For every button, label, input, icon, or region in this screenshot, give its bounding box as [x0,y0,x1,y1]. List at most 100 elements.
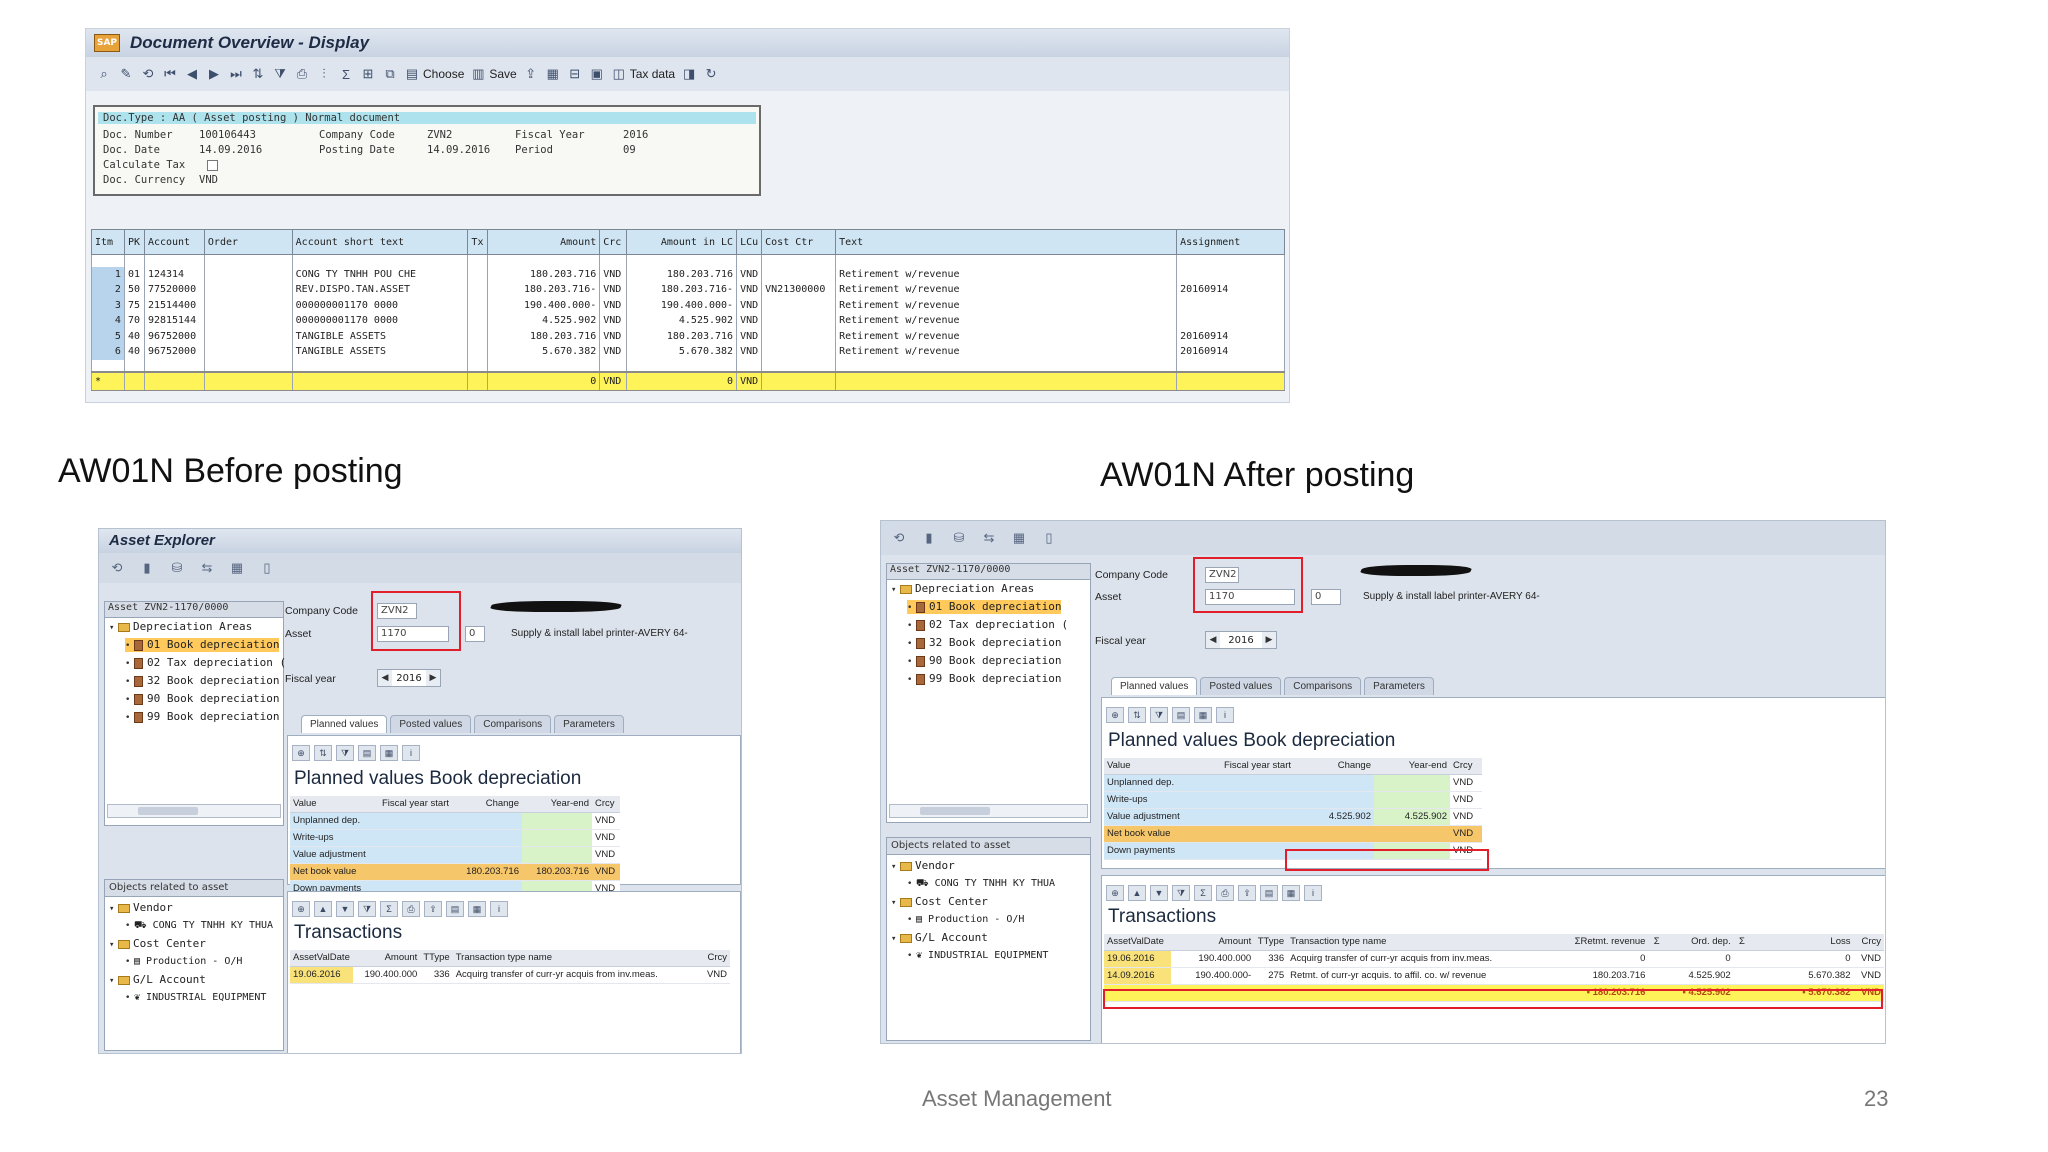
table-icon[interactable]: ▦ [1011,530,1027,546]
last-page-icon[interactable]: ⏭ [228,66,244,82]
tab-comparisons[interactable]: Comparisons [474,715,552,733]
layout-icon[interactable]: ▤ [358,745,376,761]
copy-icon[interactable]: ⧉ [382,66,398,82]
print-icon[interactable]: ⎙ [402,901,420,917]
info-icon[interactable]: ▯ [1041,530,1057,546]
next-year-icon[interactable]: ▶ [1262,632,1276,648]
grid-row[interactable]: Net book value VND [1104,825,1482,843]
tree-node-book-depreciation-01[interactable]: • 01 Book depreciation [907,600,1062,614]
info-icon[interactable]: i [490,901,508,917]
tab-planned-values[interactable]: Planned values [1111,677,1198,695]
transaction-row[interactable]: 14.09.2016 190.400.000- 275 Retmt. of curr-… [1104,967,1884,985]
tree-node-cost-center-name[interactable]: • ▤ Production - O/H [125,955,242,969]
previous-icon[interactable]: ◀ [184,66,200,82]
display-icon[interactable]: ⌕ [96,66,112,82]
tree-node-book-depreciation-99[interactable]: • 99 Book depreciation [907,672,1061,686]
layout-icon[interactable]: ▤ [1172,707,1190,723]
tree-node-book-depreciation-32[interactable]: • 32 Book depreciation [125,674,279,688]
tree-horizontal-scrollbar[interactable] [889,804,1088,818]
sort-descending-icon[interactable]: ▼ [1150,885,1168,901]
tree-node-vendor-name[interactable]: • ⛟ CONG TY TNHH KY THUA [125,919,273,933]
grid-row[interactable]: Value adjustment 4.525.902 4.525.902 VND [1104,808,1482,826]
details-icon[interactable]: ⊕ [292,901,310,917]
document-icon[interactable]: ▦ [1282,885,1300,901]
tree-node-vendor-name[interactable]: • ⛟ CONG TY TNHH KY THUA [907,877,1055,891]
table-icon[interactable]: ▦ [229,560,245,576]
info-icon[interactable]: i [402,745,420,761]
value-display-icon[interactable]: ⛁ [951,530,967,546]
details-icon[interactable]: ⊕ [292,745,310,761]
excel-icon[interactable]: ▦ [380,745,398,761]
tree-node-cost-center-name[interactable]: • ▤ Production - O/H [907,913,1024,927]
export-icon[interactable]: ⇪ [1238,885,1256,901]
grid-row[interactable]: Unplanned dep. VND [290,812,620,830]
filter-icon[interactable]: ⧩ [272,66,288,82]
tree-node-gl-account-name[interactable]: • ❦ INDUSTRIAL EQUIPMENT [907,949,1048,963]
asset-master-icon[interactable]: ▮ [139,560,155,576]
change-icon[interactable]: ⟲ [140,66,156,82]
calculator-icon[interactable]: ▣ [589,66,605,82]
sum-icon[interactable]: Σ [338,66,354,82]
document-icon[interactable]: ▦ [468,901,486,917]
tab-parameters[interactable]: Parameters [554,715,624,733]
excel-icon[interactable]: ▦ [1194,707,1212,723]
scroll-thumb[interactable] [138,807,198,815]
tree-horizontal-scrollbar[interactable] [107,804,281,818]
tree-node-vendor[interactable]: ▾ Vendor [891,859,955,873]
tree-node-book-depreciation-99[interactable]: • 99 Book depreciation [125,710,279,724]
subtotal-icon[interactable]: ⊞ [360,66,376,82]
next-year-icon[interactable]: ▶ [426,670,440,686]
calc-tax-checkbox[interactable] [207,160,218,171]
tab-posted-values[interactable]: Posted values [1200,677,1282,695]
filter-icon[interactable]: ⧩ [1150,707,1168,723]
edit-icon[interactable]: ✎ [118,66,134,82]
choose-button[interactable]: ▤ Choose [404,66,465,82]
fiscal-year-spinner[interactable]: ◀ 2016 ▶ [1205,631,1277,649]
filter-icon[interactable]: ⧩ [336,745,354,761]
sort-icon[interactable]: ⇅ [1128,707,1146,723]
table-row[interactable]: 5 40 96752000 TANGIBLE ASSETS 180.203.716 VND… [91,328,1285,344]
first-page-icon[interactable]: ⏮ [162,66,178,82]
tax-data-button[interactable]: ◫ Tax data [611,66,676,82]
table-row[interactable]: 3 75 21514400 000000001170 0000 190.400.000-… [91,297,1285,313]
print-icon[interactable]: ⎙ [294,66,310,82]
sort-descending-icon[interactable]: ▼ [336,901,354,917]
sum-icon[interactable]: Σ [1194,885,1212,901]
tree-node-book-depreciation-32[interactable]: • 32 Book depreciation [907,636,1061,650]
export-icon[interactable]: ⇪ [424,901,442,917]
details-icon[interactable]: ⊕ [1106,707,1124,723]
tree-node-depreciation-areas[interactable]: ▾ Depreciation Areas [109,620,252,634]
filter-set-icon[interactable]: ⫶ [316,66,332,82]
attachment-icon[interactable]: ⊟ [567,66,583,82]
tree-node-book-depreciation-90[interactable]: • 90 Book depreciation [125,692,279,706]
tab-comparisons[interactable]: Comparisons [1284,677,1362,695]
info-icon[interactable]: i [1304,885,1322,901]
filter-icon[interactable]: ⧩ [1172,885,1190,901]
sub-number-field[interactable]: 0 [465,626,485,642]
tab-parameters[interactable]: Parameters [1364,677,1434,695]
tab-planned-values[interactable]: Planned values [301,715,388,733]
sort-ascending-icon[interactable]: ▲ [314,901,332,917]
tree-node-vendor[interactable]: ▾ Vendor [109,901,173,915]
tab-posted-values[interactable]: Posted values [390,715,472,733]
sort-ascending-icon[interactable]: ▲ [1128,885,1146,901]
document-icon[interactable]: ⇆ [199,560,215,576]
grid-row[interactable]: Write-ups VND [290,829,620,847]
sum-icon[interactable]: Σ [380,901,398,917]
grid-row[interactable]: Write-ups VND [1104,791,1482,809]
tree-node-gl-account[interactable]: ▾ G/L Account [891,931,988,945]
previous-year-icon[interactable]: ◀ [1206,632,1220,648]
switch-icon[interactable]: ⟲ [109,560,125,576]
tree-node-gl-account-name[interactable]: • ❦ INDUSTRIAL EQUIPMENT [125,991,266,1005]
switch-icon[interactable]: ⟲ [891,530,907,546]
refresh-icon[interactable]: ↻ [703,66,719,82]
save-button[interactable]: ▥ Save [470,66,517,82]
asset-master-icon[interactable]: ▮ [921,530,937,546]
columns-icon[interactable]: ◨ [681,66,697,82]
info-icon[interactable]: i [1216,707,1234,723]
document-icon[interactable]: ▦ [545,66,561,82]
sort-icon[interactable]: ⇅ [314,745,332,761]
tree-node-book-depreciation-90[interactable]: • 90 Book depreciation [907,654,1061,668]
tree-node-gl-account[interactable]: ▾ G/L Account [109,973,206,987]
transaction-row[interactable]: 19.06.2016 190.400.000 336 Acquirg transfer… [1104,950,1884,968]
